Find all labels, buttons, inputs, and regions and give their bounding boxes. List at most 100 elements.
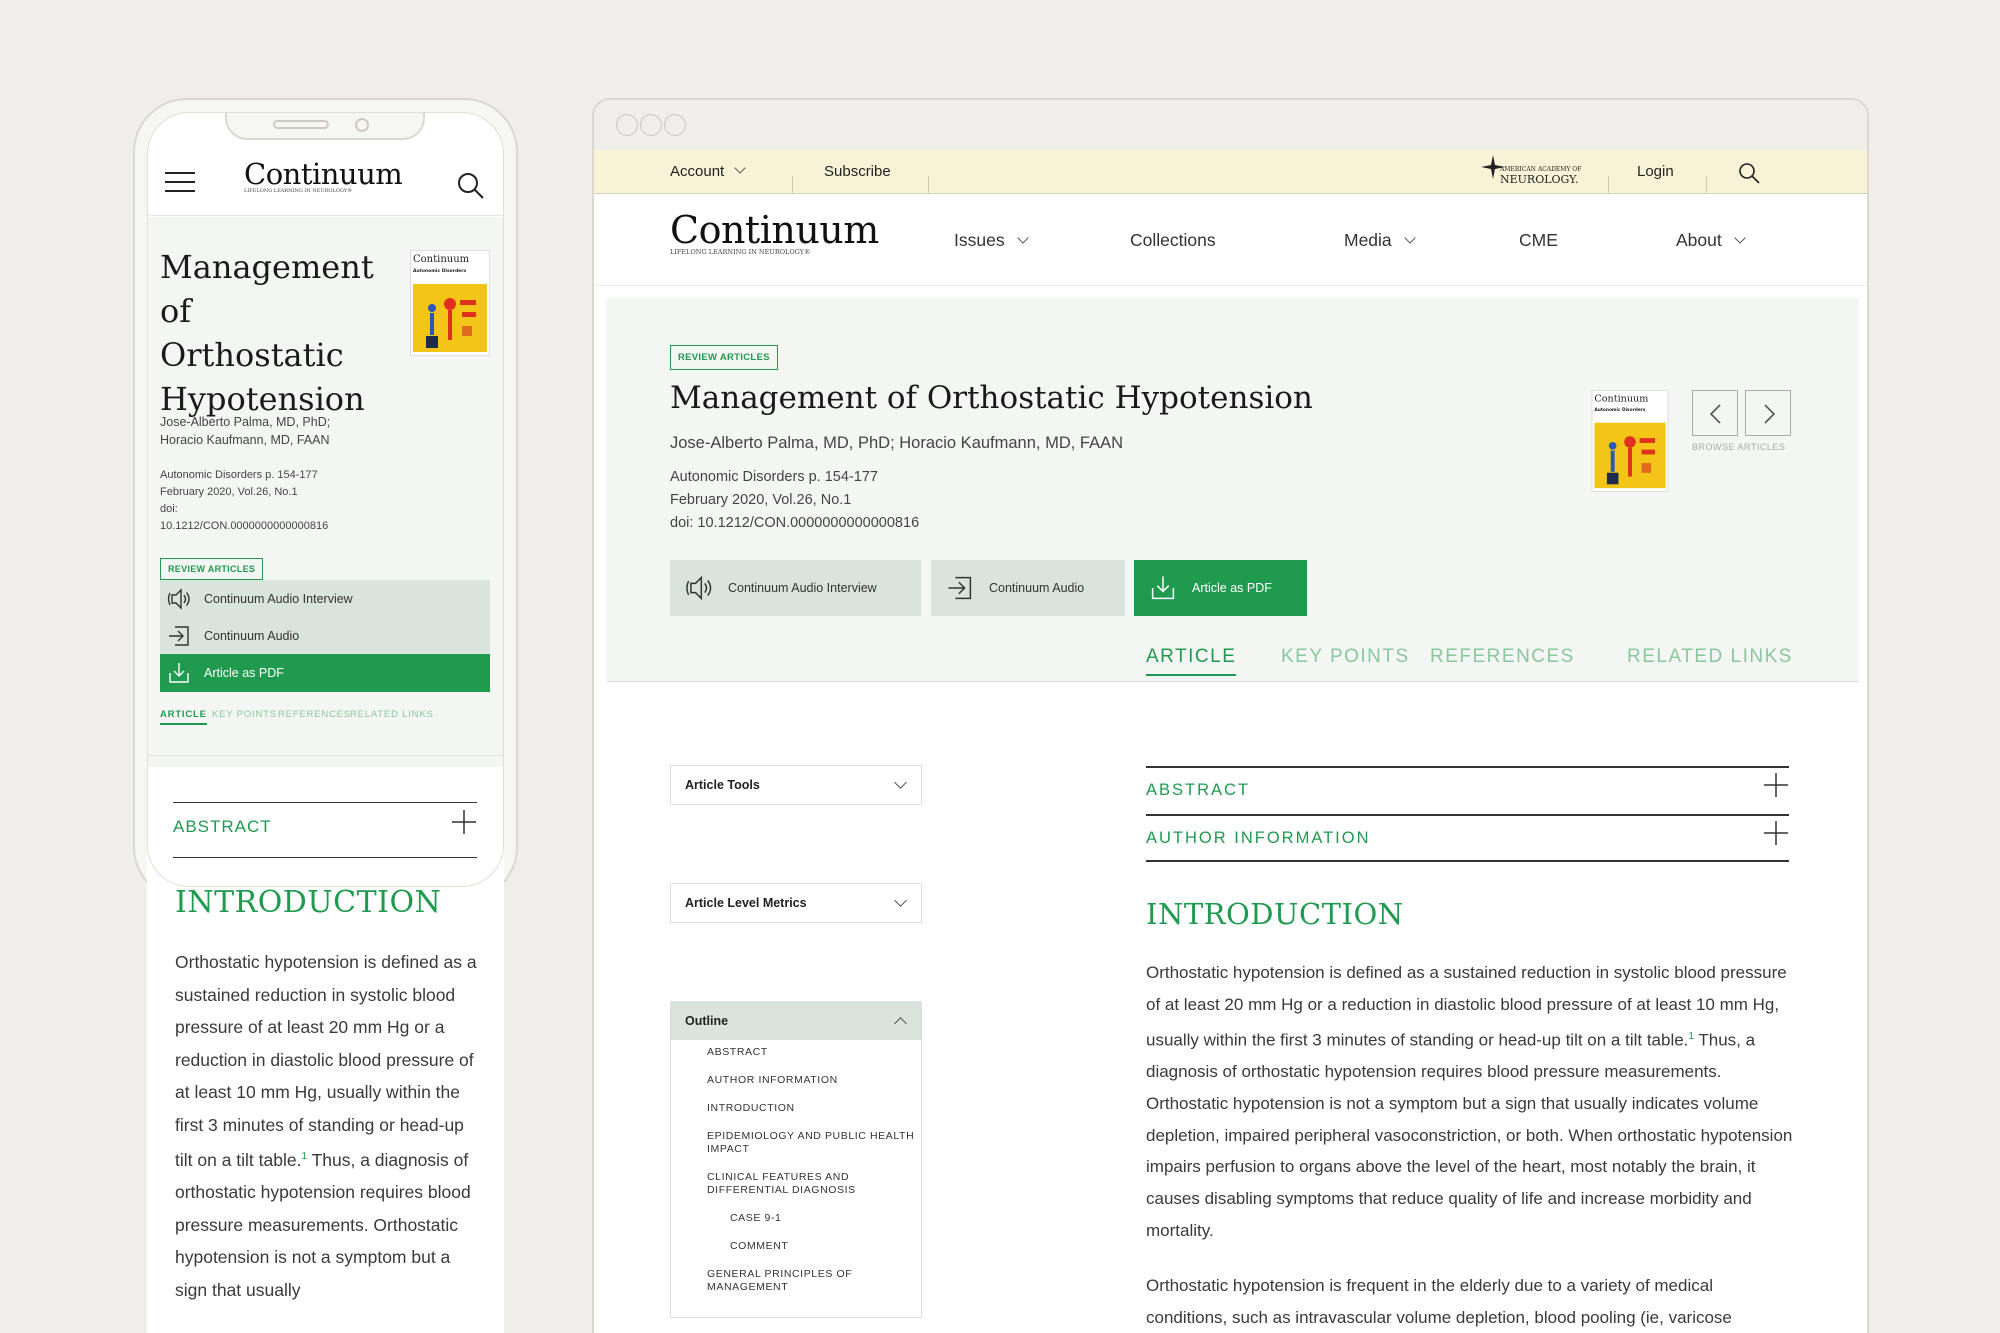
subscribe-link[interactable]: Subscribe [824,163,891,180]
outline-item[interactable]: COMMENT [707,1240,921,1253]
chevron-down-icon [1734,232,1746,244]
mobile-intro-heading: INTRODUCTION [175,885,442,920]
mobile-tabs: ARTICLE KEY POINTS REFERENCES RELATED LI… [160,709,490,729]
issue-meta: Autonomic Disorders p. 154-177 February … [670,466,919,535]
pdf-label: Article as PDF [204,666,284,680]
aan-logo-line-2: Neurology. [1500,173,1579,186]
outline-item[interactable]: INTRODUCTION [707,1102,921,1115]
tab-key-points[interactable]: KEY POINTS [212,709,277,720]
tab-article[interactable]: ARTICLE [160,709,207,725]
main-nav: Continuum Lifelong Learning in Neurology… [594,194,1867,286]
article-tools-dropdown[interactable]: Article Tools [670,765,922,805]
window-dot [640,114,662,136]
category-badge[interactable]: REVIEW ARTICLES [160,558,264,580]
mobile-article-header: Management of Orthostatic Hypotension Co… [147,217,504,767]
outline-item[interactable]: EPIDEMIOLOGY AND PUBLIC HEALTH IMPACT [707,1130,921,1156]
audio-button[interactable]: Continuum Audio [931,560,1125,616]
audio-button[interactable]: Continuum Audio [160,617,490,655]
outline-item[interactable]: CLINICAL FEATURES AND DIFFERENTIAL DIAGN… [707,1171,921,1197]
chevron-down-icon [1404,232,1416,244]
phone-speaker [273,120,329,129]
outline-item[interactable]: AUTHOR INFORMATION [707,1074,921,1087]
audio-interview-label: Continuum Audio Interview [728,581,877,595]
outline-item[interactable]: ABSTRACT [707,1046,921,1059]
aan-logo-line-1: American Academy of [1500,166,1582,173]
tab-related-links[interactable]: RELATED LINKS [350,709,434,720]
audio-interview-button[interactable]: Continuum Audio Interview [160,580,490,618]
chevron-up-icon [894,1017,907,1030]
mobile-issue-cover[interactable]: Continuum Autonomic Disorders [410,250,490,356]
intro-paragraph-1: Orthostatic hypotension is defined as a … [1146,957,1796,1247]
tab-article[interactable]: ARTICLE [1146,646,1237,676]
para-part-b: Thus, a diagnosis of orthostatic hypoten… [1146,1030,1793,1241]
abstract-label: ABSTRACT [173,817,272,836]
outline-item[interactable]: GENERAL PRINCIPLES OF MANAGEMENT [707,1268,921,1294]
plus-icon [1764,773,1788,797]
mobile-abstract-accordion[interactable]: ABSTRACT [173,802,477,858]
nav-media[interactable]: Media [1344,230,1416,251]
mobile-intro-paragraph: Orthostatic hypotension is defined as a … [175,946,485,1306]
issue-cover[interactable]: Continuum Autonomic Disorders [1591,390,1669,492]
nav-issues[interactable]: Issues [954,230,1029,251]
window-dot [616,114,638,136]
nav-issues-label: Issues [954,230,1005,250]
doi-value[interactable]: 10.1212/CON.0000000000000816 [160,518,410,535]
mobile-issue-meta: Autonomic Disorders p. 154-177 February … [160,467,410,535]
divider [928,176,929,194]
article-header: REVIEW ARTICLES Management of Orthostati… [606,298,1859,682]
site-logo[interactable]: Continuum Lifelong Learning in Neurology… [670,210,879,256]
login-link[interactable]: Login [1637,163,1674,180]
plus-icon [452,810,476,834]
article-metrics-dropdown[interactable]: Article Level Metrics [670,883,922,923]
speaker-icon [686,575,712,601]
abstract-accordion[interactable]: ABSTRACT [1146,766,1789,814]
nav-about[interactable]: About [1676,230,1746,251]
account-menu[interactable]: Account [670,162,746,180]
nav-collections[interactable]: Collections [1130,230,1216,251]
speaker-icon [167,588,190,610]
tab-key-points[interactable]: KEY POINTS [1281,646,1410,668]
audio-label: Continuum Audio [989,581,1085,595]
audio-label: Continuum Audio [204,629,300,643]
pdf-button[interactable]: Article as PDF [1134,560,1307,616]
outline-panel: Outline ABSTRACT AUTHOR INFORMATION INTR… [670,1001,922,1318]
outline-list: ABSTRACT AUTHOR INFORMATION INTRODUCTION… [671,1040,921,1317]
author-information-accordion[interactable]: AUTHOR INFORMATION [1146,814,1789,862]
utility-bar: Account Subscribe American Academy of Ne… [594,150,1867,194]
plus-icon [1764,821,1788,845]
next-article-button[interactable] [1745,390,1791,436]
author-information-label: AUTHOR INFORMATION [1146,829,1371,847]
tab-related-links[interactable]: RELATED LINKS [1627,646,1793,668]
menu-icon[interactable] [165,172,195,194]
article-tools-label: Article Tools [685,778,760,792]
search-icon[interactable] [1738,162,1760,184]
enter-icon [169,626,189,646]
tab-references[interactable]: REFERENCES [1430,646,1575,668]
pdf-button[interactable]: Article as PDF [160,654,490,692]
nav-media-label: Media [1344,230,1392,250]
mobile-logo[interactable]: Continuum Lifelong Learning in Neurology… [244,158,403,194]
author-line-2: Horacio Kaufmann, MD, FAAN [160,433,330,447]
tab-references[interactable]: REFERENCES [278,709,351,720]
cover-subtitle: Autonomic Disorders [1594,407,1646,413]
desktop-browser: Account Subscribe American Academy of Ne… [592,98,1869,1333]
outline-item[interactable]: CASE 9-1 [707,1212,921,1225]
chevron-down-icon [734,162,746,174]
browser-chrome [594,100,1867,150]
mobile-authors: Jose-Alberto Palma, MD, PhD; Horacio Kau… [160,413,410,449]
issue-date: February 2020, Vol.26, No.1 [670,492,852,508]
nav-cme[interactable]: CME [1519,230,1558,251]
outline-header[interactable]: Outline [671,1002,921,1040]
enter-icon [948,576,972,600]
chevron-down-icon [1016,232,1029,244]
prev-article-button[interactable] [1692,390,1738,436]
search-icon[interactable] [457,172,485,200]
mobile-header: Continuum Lifelong Learning in Neurology… [147,152,504,216]
window-dot [664,114,686,136]
phone-notch [225,112,425,140]
doi[interactable]: doi: 10.1212/CON.0000000000000816 [670,512,919,535]
intro-paragraph-2: Orthostatic hypotension is frequent in t… [1146,1276,1732,1327]
article-title: Management of Orthostatic Hypotension [670,380,1313,416]
category-badge[interactable]: REVIEW ARTICLES [670,345,778,370]
audio-interview-button[interactable]: Continuum Audio Interview [670,560,921,616]
